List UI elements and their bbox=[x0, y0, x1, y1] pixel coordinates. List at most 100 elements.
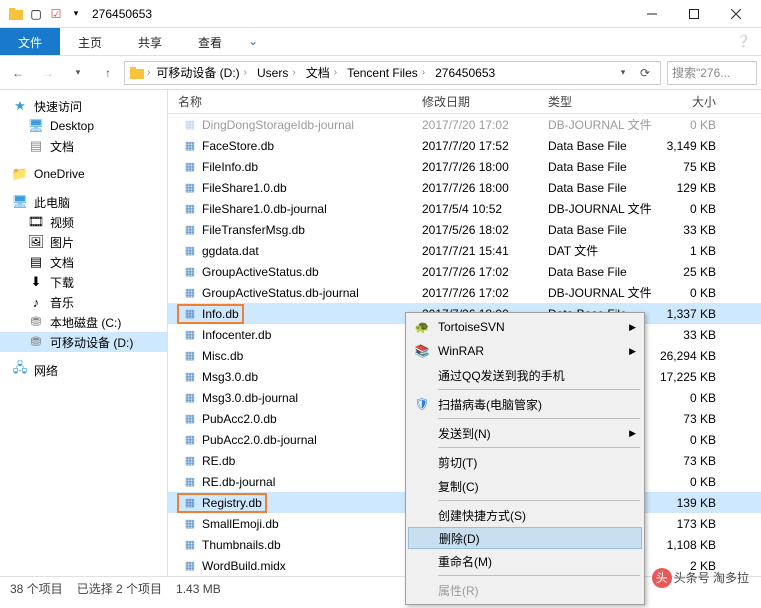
chevron-right-icon[interactable]: › bbox=[422, 67, 425, 78]
context-menu-item[interactable]: 重命名(M) bbox=[408, 549, 642, 573]
context-menu-item[interactable]: 🛡扫描病毒(电脑管家) bbox=[408, 392, 642, 416]
breadcrumb-label: Users bbox=[257, 66, 288, 80]
context-menu-item[interactable]: 发送到(N)▶ bbox=[408, 421, 642, 445]
column-date[interactable]: 修改日期 bbox=[422, 90, 548, 113]
sidebar-label: 视频 bbox=[50, 214, 74, 231]
ribbon-tab-share[interactable]: 共享 bbox=[120, 28, 180, 55]
file-row[interactable]: ▦ggdata.dat2017/7/21 15:41DAT 文件1 KB bbox=[168, 240, 761, 261]
file-row[interactable]: ▦FaceStore.db2017/7/20 17:52Data Base Fi… bbox=[168, 135, 761, 156]
titlebar: ▢ ☑ ▾ 276450653 bbox=[0, 0, 761, 28]
file-row[interactable]: ▦FileShare1.0.db2017/7/26 18:00Data Base… bbox=[168, 177, 761, 198]
sidebar-item-music[interactable]: ♪音乐 bbox=[0, 292, 167, 312]
context-menu-item[interactable]: 🐢TortoiseSVN▶ bbox=[408, 315, 642, 339]
properties-icon[interactable]: ▢ bbox=[28, 6, 44, 22]
file-row[interactable]: ▦FileInfo.db2017/7/26 18:00Data Base Fil… bbox=[168, 156, 761, 177]
file-name: FileInfo.db bbox=[202, 160, 258, 174]
file-row[interactable]: ▦GroupActiveStatus.db-journal2017/7/26 1… bbox=[168, 282, 761, 303]
menu-label: WinRAR bbox=[438, 344, 484, 358]
back-button[interactable]: ← bbox=[4, 59, 32, 87]
sidebar-item-downloads[interactable]: ⬇ 下载 bbox=[0, 272, 167, 292]
context-menu-item[interactable]: 📚WinRAR▶ bbox=[408, 339, 642, 363]
pc-icon: 🖥 bbox=[12, 194, 28, 210]
context-menu-item[interactable]: 删除(D) bbox=[408, 527, 642, 549]
file-size: 139 KB bbox=[654, 496, 724, 510]
sidebar-item-documents[interactable]: ▤文档 bbox=[0, 252, 167, 272]
file-icon: ▦ bbox=[182, 327, 198, 343]
up-button[interactable]: ↑ bbox=[94, 59, 122, 87]
ribbon-file-tab[interactable]: 文件 bbox=[0, 28, 60, 55]
context-menu-item[interactable]: 属性(R) bbox=[408, 578, 642, 602]
chevron-right-icon[interactable]: › bbox=[334, 67, 337, 78]
file-row[interactable]: ▦DingDongStorageIdb-journal2017/7/20 17:… bbox=[168, 114, 761, 135]
file-type: DB-JOURNAL 文件 bbox=[548, 200, 654, 217]
sidebar-label: 下载 bbox=[50, 274, 74, 291]
sidebar-item-drive-d[interactable]: ⛃可移动设备 (D:) bbox=[0, 332, 167, 352]
ribbon: 文件 主页 共享 查看 ⌄ ❔ bbox=[0, 28, 761, 56]
close-button[interactable] bbox=[715, 0, 757, 28]
file-icon: ▦ bbox=[182, 306, 198, 322]
context-menu-item[interactable]: 剪切(T) bbox=[408, 450, 642, 474]
file-row[interactable]: ▦FileTransferMsg.db2017/5/26 18:02Data B… bbox=[168, 219, 761, 240]
file-row[interactable]: ▦FileShare1.0.db-journal2017/5/4 10:52DB… bbox=[168, 198, 761, 219]
breadcrumb-item[interactable]: 文档› bbox=[302, 64, 341, 81]
chevron-right-icon[interactable]: › bbox=[244, 67, 247, 78]
ribbon-expand-icon[interactable]: ⌄ bbox=[240, 28, 266, 55]
address-bar[interactable]: › 可移动设备 (D:)› Users› 文档› Tencent Files› … bbox=[124, 61, 661, 85]
breadcrumb-item[interactable]: Users › bbox=[253, 66, 300, 80]
checkmark-icon[interactable]: ☑ bbox=[48, 6, 64, 22]
sidebar-onedrive[interactable]: 📁OneDrive bbox=[0, 164, 167, 184]
file-icon: ▦ bbox=[182, 222, 198, 238]
file-size: 33 KB bbox=[654, 223, 724, 237]
sidebar-label: 可移动设备 (D:) bbox=[50, 334, 133, 351]
sidebar-item-pictures[interactable]: 🖼图片 bbox=[0, 232, 167, 252]
sidebar-item-desktop[interactable]: 🖥Desktop bbox=[0, 116, 167, 136]
forward-button[interactable]: → bbox=[34, 59, 62, 87]
column-size[interactable]: 大小 bbox=[654, 90, 724, 113]
watermark-logo: 头 bbox=[652, 568, 672, 588]
search-input[interactable]: 搜索"276... bbox=[667, 61, 757, 85]
sidebar-pc[interactable]: 🖥此电脑 bbox=[0, 192, 167, 212]
breadcrumb-item[interactable]: Tencent Files› bbox=[343, 66, 429, 80]
file-icon: ▦ bbox=[182, 411, 198, 427]
tortoisesvn-icon: 🐢 bbox=[413, 318, 431, 336]
address-dropdown-icon[interactable]: ▾ bbox=[612, 62, 634, 84]
context-menu-item[interactable]: 通过QQ发送到我的手机 bbox=[408, 363, 642, 387]
context-menu-item[interactable]: 创建快捷方式(S) bbox=[408, 503, 642, 527]
history-dropdown[interactable]: ▾ bbox=[64, 59, 92, 87]
file-name: FileTransferMsg.db bbox=[202, 223, 305, 237]
network-icon: 🖧 bbox=[12, 362, 28, 378]
file-icon: ▦ bbox=[182, 474, 198, 490]
file-icon: ▦ bbox=[182, 348, 198, 364]
sidebar-label: OneDrive bbox=[34, 167, 85, 181]
minimize-button[interactable] bbox=[631, 0, 673, 28]
help-icon[interactable]: ❔ bbox=[726, 28, 761, 55]
file-icon: ▦ bbox=[182, 495, 198, 511]
file-size: 73 KB bbox=[654, 454, 724, 468]
file-size: 0 KB bbox=[654, 433, 724, 447]
sidebar-network[interactable]: 🖧网络 bbox=[0, 360, 167, 380]
column-type[interactable]: 类型 bbox=[548, 90, 654, 113]
download-icon: ⬇ bbox=[28, 274, 44, 290]
chevron-right-icon[interactable]: › bbox=[147, 67, 150, 78]
file-date: 2017/5/4 10:52 bbox=[422, 202, 548, 216]
menu-label: 扫描病毒(电脑管家) bbox=[438, 396, 542, 413]
sidebar-quick-access[interactable]: ★快速访问 bbox=[0, 96, 167, 116]
context-menu-item[interactable]: 复制(C) bbox=[408, 474, 642, 498]
file-type: DB-JOURNAL 文件 bbox=[548, 284, 654, 301]
sidebar-item-videos[interactable]: 🎞视频 bbox=[0, 212, 167, 232]
ribbon-tab-home[interactable]: 主页 bbox=[60, 28, 120, 55]
sidebar-item-drive-c[interactable]: ⛃本地磁盘 (C:) bbox=[0, 312, 167, 332]
sidebar-item-documents[interactable]: ▤文档 bbox=[0, 136, 167, 156]
chevron-right-icon[interactable]: › bbox=[292, 67, 295, 78]
file-date: 2017/7/20 17:02 bbox=[422, 118, 548, 132]
watermark-text: 头条号 淘多拉 bbox=[674, 571, 749, 585]
file-name: Info.db bbox=[202, 307, 239, 321]
qat-dropdown-icon[interactable]: ▾ bbox=[68, 6, 84, 22]
file-row[interactable]: ▦GroupActiveStatus.db2017/7/26 17:02Data… bbox=[168, 261, 761, 282]
column-name[interactable]: 名称 bbox=[168, 90, 422, 113]
breadcrumb-item[interactable]: 可移动设备 (D:)› bbox=[152, 64, 251, 81]
breadcrumb-item[interactable]: 276450653 bbox=[431, 66, 499, 80]
refresh-icon[interactable]: ⟳ bbox=[634, 62, 656, 84]
maximize-button[interactable] bbox=[673, 0, 715, 28]
ribbon-tab-view[interactable]: 查看 bbox=[180, 28, 240, 55]
